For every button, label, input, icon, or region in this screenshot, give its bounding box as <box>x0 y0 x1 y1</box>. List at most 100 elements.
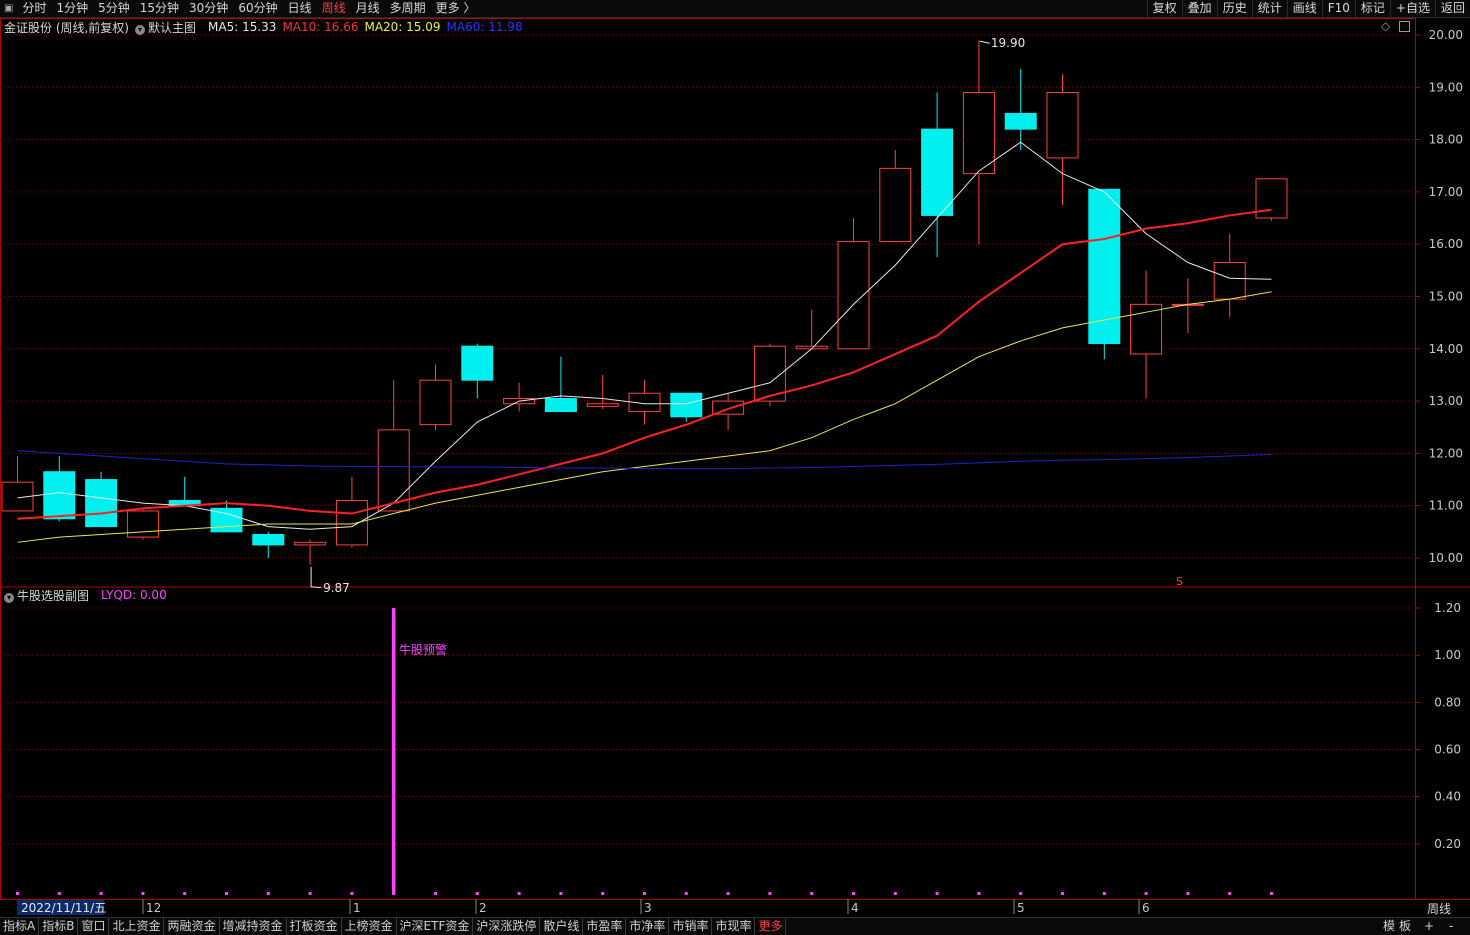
indicator-tab-4[interactable]: 两融资金 <box>164 918 220 935</box>
sub-legend: ▾ 牛股选股副图 LYQD: 0.00 <box>0 587 173 603</box>
candle-body <box>1213 262 1246 300</box>
tab-period-4[interactable]: 30分钟 <box>184 0 233 17</box>
price-tick-label: 20.00 <box>1429 28 1463 42</box>
x-tick-label: 2 <box>479 901 487 915</box>
tool-button-6[interactable]: 标记 <box>1354 0 1390 17</box>
period-label: 周线 <box>1427 902 1451 916</box>
price-tick-label: 15.00 <box>1429 290 1463 304</box>
x-tick-label: 12 <box>146 901 161 915</box>
tab-period-9[interactable]: 多周期 <box>385 0 431 17</box>
tab-period-5[interactable]: 60分钟 <box>233 0 282 17</box>
indicator-tab-9[interactable]: 沪深涨跌停 <box>473 918 541 935</box>
indicator-tab-12[interactable]: 市净率 <box>626 918 670 935</box>
candle-body <box>335 499 368 546</box>
high-arrow <box>979 40 990 44</box>
zero-dot <box>350 892 354 895</box>
diamond-icon[interactable]: ◇ <box>1381 19 1390 33</box>
indicator-tab-1[interactable]: 指标B <box>39 918 79 935</box>
dropdown-circle-icon: ▾ <box>135 24 145 35</box>
tool-button-7[interactable]: +自选 <box>1389 0 1435 17</box>
template-button[interactable]: 模 <box>1383 918 1395 935</box>
tool-button-5[interactable]: F10 <box>1321 0 1355 17</box>
indicator-toggle[interactable]: ▾ 默认主图 <box>135 19 202 36</box>
low-arrow <box>310 566 322 589</box>
indicator-tab-3[interactable]: 北上资金 <box>109 918 165 935</box>
indicator-tab-10[interactable]: 散户线 <box>540 918 584 935</box>
tab-period-10[interactable]: 更多 〉 <box>431 0 481 17</box>
indicator-tab-6[interactable]: 打板资金 <box>287 918 342 935</box>
tool-button-0[interactable]: 复权 <box>1146 0 1182 17</box>
indicator-tab-2[interactable]: 窗口 <box>78 918 110 935</box>
candle-body <box>377 429 410 512</box>
zero-dot <box>225 892 228 895</box>
zero-dot <box>434 892 437 895</box>
indicator-tab-15[interactable]: 更多 <box>755 918 787 935</box>
ma10-value: MA10: 16.66 <box>282 20 359 34</box>
tab-period-3[interactable]: 15分钟 <box>135 0 184 17</box>
tab-period-8[interactable]: 月线 <box>351 0 385 17</box>
zero-dot <box>308 892 312 895</box>
price-tick-label: 10.00 <box>1429 551 1463 565</box>
zoom-in-button[interactable]: + <box>1424 918 1434 935</box>
zero-dot <box>768 892 772 895</box>
zoom-out-button[interactable]: - <box>1449 918 1453 935</box>
indicator-tab-13[interactable]: 市销率 <box>669 918 713 935</box>
sub-tick-label: 0.80 <box>1434 695 1461 709</box>
board-button[interactable]: 板 <box>1399 918 1411 935</box>
sub-indicator-toggle[interactable]: ▾ 牛股选股副图 <box>4 587 95 604</box>
tab-period-1[interactable]: 1分钟 <box>51 0 93 17</box>
candle-body <box>670 392 703 418</box>
panel-settings-icon[interactable] <box>1399 21 1410 32</box>
tab-period-6[interactable]: 日线 <box>283 0 317 17</box>
zero-dot <box>601 892 605 895</box>
tab-period-0[interactable]: 分时 <box>17 0 51 17</box>
period-tabs: ▣ 分时 1分钟 5分钟 15分钟 30分钟 60分钟 日线 周线 月线 多周期 更多 〉 <box>0 0 480 17</box>
candle-body <box>43 471 76 520</box>
candle-body <box>586 403 619 407</box>
lyqd-value: LYQD: 0.00 <box>101 588 167 602</box>
kline-chart: 20.00 19.00 18.00 17.00 16.00 15.00 14.00 13.00… <box>0 17 1470 917</box>
sub-tick-label: 1.00 <box>1434 648 1461 662</box>
main-legend: 金证股份 (周线,前复权) ▾ 默认主图 MA5: 15.33 MA10: 16.… <box>0 19 529 35</box>
zero-dot <box>559 892 563 895</box>
tab-period-7[interactable]: 周线 <box>317 0 351 17</box>
stock-title: 金证股份 (周线,前复权) <box>4 20 129 35</box>
ma-line-ma10 <box>17 208 1272 520</box>
indicator-tab-5[interactable]: 增减持资金 <box>220 918 287 935</box>
candle-body <box>962 92 995 175</box>
indicator-tab-7[interactable]: 上榜资金 <box>342 918 397 935</box>
sub-indicator-name: 牛股选股副图 <box>17 588 90 603</box>
tool-button-1[interactable]: 叠加 <box>1181 0 1217 17</box>
indicator-tab-11[interactable]: 市盈率 <box>583 918 627 935</box>
zero-dot <box>852 892 855 895</box>
indicator-tab-0[interactable]: 指标A <box>0 918 40 935</box>
indicator-tab-14[interactable]: 市现率 <box>712 918 756 935</box>
tool-button-2[interactable]: 历史 <box>1216 0 1252 17</box>
zero-dot <box>1144 892 1148 895</box>
x-tick-label: 3 <box>644 901 652 915</box>
candle-body <box>1046 92 1079 159</box>
candle-body <box>1004 112 1037 130</box>
candle-body <box>126 510 159 538</box>
zero-dot <box>392 892 396 895</box>
zero-dot <box>99 892 103 895</box>
candle-body <box>252 533 285 546</box>
dropdown-circle-icon: ▾ <box>4 592 14 603</box>
window-restore-icon[interactable]: ▣ <box>0 0 17 17</box>
candle-body <box>461 345 494 381</box>
zero-dot <box>726 892 730 895</box>
tab-period-2[interactable]: 5分钟 <box>93 0 135 17</box>
candle-body <box>879 167 912 243</box>
zero-dot <box>1102 892 1106 895</box>
candle-body <box>837 241 870 350</box>
tool-button-3[interactable]: 统计 <box>1251 0 1287 17</box>
x-tick-label: 5 <box>1017 901 1025 915</box>
zero-dot <box>141 892 145 895</box>
sub-tick-label: 0.20 <box>1434 837 1461 851</box>
indicator-tab-8[interactable]: 沪深ETF资金 <box>397 918 474 935</box>
price-tick-label: 16.00 <box>1429 237 1463 251</box>
candle-body <box>544 397 577 413</box>
tool-button-8[interactable]: 返回 <box>1434 0 1470 17</box>
tool-button-4[interactable]: 画线 <box>1286 0 1322 17</box>
x-tick-label: 1 <box>353 901 361 915</box>
